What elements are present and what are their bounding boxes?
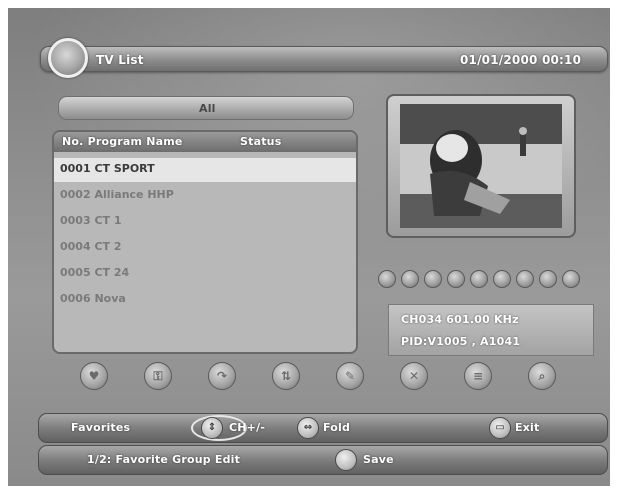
exit-icon[interactable]: ▭ xyxy=(489,417,511,439)
indicator-dot xyxy=(447,270,465,288)
delete-icon[interactable]: ✕ xyxy=(400,362,428,390)
sort-icon[interactable]: ≡ xyxy=(464,362,492,390)
program-row[interactable]: 0006 Nova xyxy=(54,288,356,312)
program-row-label: 0003 CT 1 xyxy=(60,214,122,227)
save-key-icon[interactable] xyxy=(335,449,357,471)
frequency-text: CH034 601.00 KHz xyxy=(401,313,519,326)
signal-indicator-row xyxy=(378,270,584,290)
indicator-dot xyxy=(493,270,511,288)
indicator-dot xyxy=(378,270,396,288)
favorites-label: Favorites xyxy=(71,421,131,434)
datetime-display: 01/01/2000 00:10 xyxy=(460,53,582,67)
program-row-label: 0001 CT SPORT xyxy=(60,162,155,175)
group-filter-label: All xyxy=(199,102,216,115)
channel-info-box: CH034 601.00 KHz PID:V1005 , A1041 xyxy=(388,304,594,356)
preview-scene-image xyxy=(400,104,562,228)
program-row[interactable]: 0002 Alliance HHP xyxy=(54,184,356,208)
indicator-dot xyxy=(424,270,442,288)
pid-text: PID:V1005 , A1041 xyxy=(401,335,521,348)
ch-label: CH+/- xyxy=(229,421,266,434)
save-label: Save xyxy=(363,453,394,466)
rename-icon[interactable]: ✎ xyxy=(336,362,364,390)
indicator-dot xyxy=(401,270,419,288)
group-filter-button[interactable]: All xyxy=(58,96,354,120)
heart-icon[interactable]: ♥ xyxy=(80,362,108,390)
program-row-label: 0002 Alliance HHP xyxy=(60,188,174,201)
indicator-dot xyxy=(470,270,488,288)
program-row-label: 0006 Nova xyxy=(60,292,126,305)
fold-label: Fold xyxy=(323,421,351,434)
program-list-header: No. Program Name Status xyxy=(54,132,356,152)
column-header-program-name: No. Program Name xyxy=(62,135,183,148)
indicator-dot xyxy=(516,270,534,288)
program-row[interactable]: 0003 CT 1 xyxy=(54,210,356,234)
lock-icon[interactable]: ⚿ xyxy=(144,362,172,390)
program-row[interactable]: 0004 CT 2 xyxy=(54,236,356,260)
help-bar: Favorites ⇕ CH+/- ⇔ Fold ▭ Exit xyxy=(38,413,608,443)
page-title: TV List xyxy=(96,53,144,67)
program-row[interactable]: 0001 CT SPORT xyxy=(54,158,356,182)
find-icon[interactable]: ⌕ xyxy=(528,362,556,390)
program-list-panel: No. Program Name Status 0001 CT SPORT 00… xyxy=(52,130,358,354)
disc-logo-icon xyxy=(48,38,88,78)
exit-label: Exit xyxy=(515,421,540,434)
indicator-dot xyxy=(539,270,557,288)
column-header-status: Status xyxy=(240,135,282,148)
skip-icon[interactable]: ↷ xyxy=(208,362,236,390)
favorite-group-edit-label: 1/2: Favorite Group Edit xyxy=(87,453,241,466)
program-row-label: 0004 CT 2 xyxy=(60,240,122,253)
tv-list-screen: TV List 01/01/2000 00:10 All No. Program… xyxy=(8,8,610,486)
up-down-arrows-icon[interactable]: ⇕ xyxy=(201,417,223,439)
edit-bar: 1/2: Favorite Group Edit Save xyxy=(38,445,608,475)
function-icon-row: ♥ ⚿ ↷ ⇅ ✎ ✕ ≡ ⌕ xyxy=(80,362,560,392)
indicator-dot xyxy=(562,270,580,288)
video-preview-image xyxy=(400,104,562,228)
left-right-arrows-icon[interactable]: ⇔ xyxy=(297,417,319,439)
program-row-label: 0005 CT 24 xyxy=(60,266,130,279)
video-preview xyxy=(386,94,576,238)
program-row[interactable]: 0005 CT 24 xyxy=(54,262,356,286)
move-icon[interactable]: ⇅ xyxy=(272,362,300,390)
